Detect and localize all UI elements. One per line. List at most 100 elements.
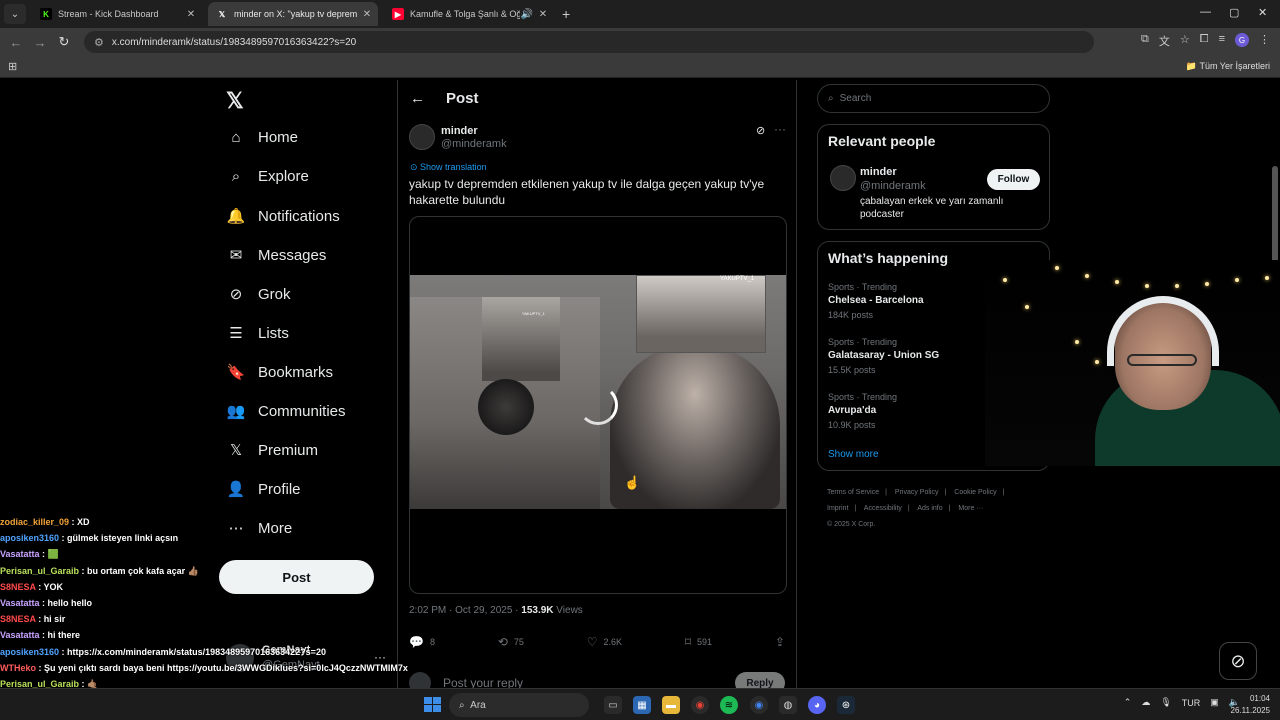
browser-menu-icon[interactable]: ⋮	[1259, 33, 1270, 49]
nav-messages[interactable]: ✉ Messages	[226, 246, 327, 265]
share-action[interactable]: ⇪	[775, 635, 785, 649]
chevron-up-icon[interactable]: ⌃	[1124, 697, 1132, 708]
page-title: Post	[446, 90, 479, 107]
trend-item[interactable]: Sports · Trending Chelsea - Barcelona 18…	[828, 282, 924, 320]
obs-icon[interactable]: ◍	[779, 696, 797, 714]
search-input[interactable]: ⌕ Search	[817, 84, 1050, 113]
footer-more[interactable]: More ···	[958, 505, 983, 512]
task-view-icon[interactable]: ▭	[604, 696, 622, 714]
chat-username[interactable]: aposiken3160	[0, 647, 59, 657]
forward-icon[interactable]: →	[28, 35, 52, 50]
show-translation-link[interactable]: ⊙ Show translation	[410, 162, 487, 173]
grok-explain-icon[interactable]: ⊘	[756, 124, 765, 137]
translate-icon[interactable]: 文	[1159, 33, 1170, 49]
nav-grok[interactable]: ⊘ Grok	[226, 285, 291, 304]
post-timestamp[interactable]: 2:02 PM · Oct 29, 2025 ·	[409, 605, 521, 616]
bookmark-action[interactable]: ⌑ 591	[685, 635, 712, 649]
spotify-icon[interactable]: ≋	[720, 696, 738, 714]
close-icon[interactable]: ✕	[536, 9, 550, 20]
show-more-link[interactable]: Show more	[828, 449, 879, 460]
cloud-icon[interactable]: ☁	[1141, 697, 1150, 708]
trend-item[interactable]: Sports · Trending Galatasaray - Union SG…	[828, 337, 939, 375]
footer-ads-info[interactable]: Ads info	[917, 505, 942, 512]
tab-search-button[interactable]: ⌄	[4, 4, 26, 24]
footer-accessibility[interactable]: Accessibility	[864, 505, 902, 512]
chat-username[interactable]: Vasatatta	[0, 598, 40, 608]
taskbar-clock[interactable]: 01:04 26.11.2025	[1231, 693, 1270, 717]
install-icon[interactable]: ⧉	[1141, 33, 1149, 49]
footer-terms[interactable]: Terms of Service	[827, 489, 879, 496]
chat-username[interactable]: Vasatatta	[0, 630, 40, 640]
nav-communities[interactable]: 👥 Communities	[226, 402, 346, 421]
microphone-icon[interactable]: 🎙	[1160, 697, 1171, 708]
nav-notifications[interactable]: 🔔 Notifications	[226, 207, 340, 226]
window-close-icon[interactable]: ✕	[1258, 6, 1267, 19]
footer-imprint[interactable]: Imprint	[827, 505, 848, 512]
post-more-icon[interactable]: ···	[774, 122, 786, 136]
reply-input[interactable]: Post your reply	[443, 676, 523, 688]
all-bookmarks-folder[interactable]: 📁 Tüm Yer İşaretleri	[1186, 61, 1270, 72]
follow-button[interactable]: Follow	[987, 169, 1040, 190]
chat-username[interactable]: Perisan_ul_Garaib	[0, 566, 79, 576]
chat-username[interactable]: aposiken3160	[0, 533, 59, 543]
like-action[interactable]: ♡ 2.6K	[587, 635, 622, 649]
author-avatar[interactable]	[409, 124, 435, 150]
browser-tab-youtube[interactable]: ▶ Kamufle & Tolga Şanlı & Oğ 🔊 ✕	[384, 2, 554, 26]
x-logo-icon[interactable]: 𝕏	[226, 88, 244, 114]
windows-start-icon[interactable]	[424, 697, 442, 713]
author-handle[interactable]: @minderamk	[441, 138, 507, 150]
extensions-icon[interactable]: ⧠	[1200, 33, 1209, 49]
chat-text: XD	[77, 517, 90, 527]
browser-tab-kick[interactable]: K Stream - Kick Dashboard ✕	[32, 2, 202, 26]
url-field[interactable]: ⚙ x.com/minderamk/status/198348959701636…	[84, 31, 1094, 53]
chat-username[interactable]: WTHeko	[0, 663, 36, 673]
back-arrow-icon[interactable]: ←	[410, 90, 425, 107]
minimize-icon[interactable]: —	[1200, 6, 1211, 18]
avatar[interactable]	[830, 165, 856, 191]
person-handle[interactable]: @minderamk	[860, 180, 926, 192]
author-name[interactable]: minder	[441, 125, 478, 137]
nav-home[interactable]: ⌂ Home	[226, 129, 298, 146]
nav-explore[interactable]: ⌕ Explore	[226, 168, 309, 185]
chat-username[interactable]: S8NESA	[0, 614, 36, 624]
media-icon[interactable]: ≡	[1219, 33, 1225, 49]
footer-cookie[interactable]: Cookie Policy	[954, 489, 996, 496]
video-player[interactable]: YAKUPTV_1 YAKUPTV_1 ☝	[409, 216, 787, 594]
hand-cursor-icon: ☝	[624, 475, 641, 490]
maximize-icon[interactable]: ▢	[1229, 6, 1239, 19]
star-icon[interactable]: ☆	[1180, 33, 1190, 49]
chrome-active-icon[interactable]: ◉	[750, 696, 768, 714]
chat-username[interactable]: S8NESA	[0, 582, 36, 592]
nav-bookmarks[interactable]: 🔖 Bookmarks	[226, 363, 333, 382]
speaker-icon[interactable]: 🔊	[520, 9, 534, 20]
steam-icon[interactable]: ⊛	[837, 696, 855, 714]
nav-lists[interactable]: ☰ Lists	[226, 324, 289, 343]
person-name[interactable]: minder	[860, 166, 897, 178]
back-icon[interactable]: ←	[4, 35, 28, 50]
profile-avatar-icon[interactable]: G	[1235, 33, 1249, 47]
network-icon[interactable]: ▣	[1210, 697, 1219, 708]
file-explorer-icon[interactable]: ▬	[662, 696, 680, 714]
apps-grid-icon[interactable]: ⊞	[8, 60, 17, 73]
new-tab-button[interactable]: +	[562, 6, 570, 22]
chat-username[interactable]: Vasatatta	[0, 549, 40, 559]
site-info-icon[interactable]: ⚙	[94, 36, 104, 49]
browser-tab-x[interactable]: 𝕏 minder on X: "yakup tv deprem ✕	[208, 2, 378, 26]
reload-icon[interactable]: ↻	[52, 34, 76, 50]
grok-fab-icon[interactable]: ⊘	[1219, 642, 1257, 680]
nav-profile[interactable]: 👤 Profile	[226, 480, 301, 499]
nav-premium[interactable]: 𝕏 Premium	[226, 441, 318, 460]
taskbar-search[interactable]: ⌕ Ara	[449, 693, 589, 717]
store-icon[interactable]: ▦	[633, 696, 651, 714]
chat-username[interactable]: zodiac_killer_09	[0, 517, 69, 527]
language-indicator[interactable]: TUR	[1182, 698, 1201, 708]
trend-item[interactable]: Sports · Trending Avrupa'da 10.9K posts	[828, 392, 897, 430]
chrome-icon[interactable]: ◉	[691, 696, 709, 714]
close-icon[interactable]: ✕	[360, 9, 374, 20]
repost-action[interactable]: ⟲ 75	[498, 635, 524, 649]
footer-privacy[interactable]: Privacy Policy	[895, 489, 939, 496]
discord-icon[interactable]: ◕	[808, 696, 826, 714]
chat-text: Şu yeni çıktı sardı baya beni https://yo…	[44, 662, 408, 673]
reply-button[interactable]: Reply	[735, 672, 785, 688]
close-icon[interactable]: ✕	[184, 9, 198, 20]
